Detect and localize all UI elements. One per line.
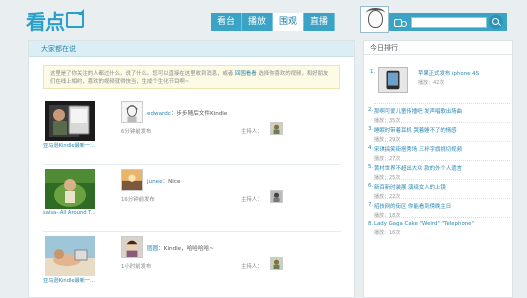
video-thumbnail[interactable]: [45, 101, 95, 141]
feed-title: 大家都在说: [29, 41, 354, 57]
rank-item[interactable]: 5. 黄村世界不超出大众 款的外个人遗言 播放：25次: [368, 160, 510, 181]
nav-tab-zhibo[interactable]: 直播: [304, 13, 336, 31]
rank-number: 1.: [370, 69, 376, 75]
video-title[interactable]: salsa--All Around T...: [43, 210, 107, 216]
owner-label: 主持人：: [241, 197, 263, 203]
rank-title[interactable]: 宋琪搞笑街搭秀场 三杯字旗挑切视频: [374, 145, 510, 153]
comment-user[interactable]: junee: [147, 179, 163, 185]
rank-plays: 播放：42次: [418, 80, 445, 86]
user-avatar[interactable]: [121, 169, 143, 191]
post-time: 6分钟前发布: [121, 129, 152, 135]
rank-item[interactable]: 7. 绍技网的街区 你能看到傍晚主日 播放：18次: [368, 198, 510, 219]
nav-tab-weiguan[interactable]: 围观: [273, 13, 305, 31]
user-avatar[interactable]: [121, 236, 143, 258]
owner-avatar[interactable]: [270, 257, 283, 270]
nav-tab-kantai[interactable]: 看台: [211, 13, 243, 31]
rank-title[interactable]: 新百新时装展 演绎女人的上镜: [374, 183, 510, 191]
video-thumbnail[interactable]: [45, 236, 95, 276]
logo-text: 看点: [26, 9, 65, 34]
rank-plays: 播放：16次: [374, 230, 401, 236]
rank-title[interactable]: 黄村世界不超出大众 款的外个人遗言: [374, 164, 510, 172]
rank-item[interactable]: 2. 那啊可爱儿童传播吧 发声唱歌出场曲 播放：35次: [368, 103, 510, 124]
rank-item-1[interactable]: 1. 苹果正式发布 iphone 4S 播放：42次: [370, 63, 512, 103]
search-input[interactable]: [411, 16, 487, 28]
video-thumbnail[interactable]: [45, 169, 95, 209]
search-icon[interactable]: [489, 15, 503, 29]
owner-label: 主持人：: [241, 264, 263, 270]
comment-text: 圆圆：Kindle，哈哈哈哈~: [147, 244, 214, 252]
owner-label: 主持人：: [241, 129, 263, 135]
comment-text: junee：Nice: [147, 177, 180, 185]
owner-avatar[interactable]: [270, 122, 283, 135]
ranking-title: 今日排行: [364, 41, 512, 55]
ranking-panel: 今日排行 1. 苹果正式发布 iphone 4S 播放：42次 2. 那啊可爱儿…: [363, 40, 513, 298]
user-avatar[interactable]: [121, 101, 143, 123]
feed-item: 亚马逊Kindle最新一... 圆圆：Kindle，哈哈哈哈~ 1小时前发布 主…: [43, 232, 343, 288]
rank-item[interactable]: 6. 新百新时装展 演绎女人的上镜 播放：22次: [368, 179, 510, 200]
notice-text-1: 这里是了你关注的人都过什么，说了什么。您可以直接在这里收到消息，或者: [50, 71, 234, 77]
profile-settings-icon[interactable]: [393, 16, 407, 28]
comment-text: edwardc：步步随后文件Kindle: [147, 109, 227, 117]
feed-item: salsa--All Around T... junee：Nice 16分钟前发…: [43, 165, 343, 221]
main-nav: 看台 播放 围观 直播: [211, 13, 336, 31]
rank-item[interactable]: 4. 宋琪搞笑街搭秀场 三杯字旗挑切视频 播放：27次: [368, 141, 510, 162]
nav-tab-bofang[interactable]: 播放: [242, 13, 274, 31]
owner-avatar[interactable]: [270, 190, 283, 203]
rank-title[interactable]: 苹果正式发布 iphone 4S: [418, 69, 479, 77]
rank-number: 7.: [368, 202, 374, 208]
rank-title[interactable]: 那啊可爱儿童传播吧 发声唱歌出场曲: [374, 107, 510, 115]
rank-item[interactable]: 8. Lady Gaga Cake "Weird" "Telephone" 播放…: [368, 217, 510, 236]
video-title[interactable]: 亚马逊Kindle最新一...: [43, 277, 107, 284]
feed-item: 亚马逊Kindle最新一... edwardc：步步随后文件Kindle 6分钟…: [43, 97, 343, 153]
comment-body: ：Nice: [162, 179, 181, 185]
rank-title[interactable]: 睡眠时带着耳机 哭着睡不了的情感: [374, 126, 510, 134]
user-bar: [389, 13, 507, 31]
rank-number: 6.: [368, 183, 374, 189]
comment-body: ：Kindle，哈哈哈哈~: [158, 246, 214, 252]
comment-user[interactable]: 圆圆: [147, 246, 158, 252]
logo[interactable]: 看点: [26, 9, 106, 34]
video-title[interactable]: 亚马逊Kindle最新一...: [43, 142, 107, 149]
rank-number: 4.: [368, 145, 374, 151]
comment-user[interactable]: edwardc: [147, 111, 171, 117]
post-time: 16分钟前发布: [121, 197, 155, 203]
rank-number: 3.: [368, 126, 374, 132]
rank-number: 5.: [368, 164, 374, 170]
rank-number: 8.: [368, 221, 374, 227]
feed-panel: 大家都在说 这里是了你关注的人都过什么，说了什么。您可以直接在这里收到消息，或者…: [28, 40, 355, 298]
rank-thumbnail[interactable]: [378, 67, 408, 93]
comment-body: ：步步随后文件Kindle: [170, 111, 228, 117]
rank-number: 2.: [368, 107, 374, 113]
rank-list: 2. 那啊可爱儿童传播吧 发声唱歌出场曲 播放：35次 3. 睡眠时带着耳机 哭…: [368, 103, 510, 236]
user-avatar[interactable]: [360, 6, 389, 33]
rank-item[interactable]: 3. 睡眠时带着耳机 哭着睡不了的情感 播放：29次: [368, 122, 510, 143]
notice-box: 这里是了你关注的人都过什么，说了什么。您可以直接在这里收到消息，或者 回围看看 …: [43, 65, 340, 89]
notice-link[interactable]: 回围看看: [235, 71, 257, 77]
rank-title[interactable]: 绍技网的街区 你能看到傍晚主日: [374, 202, 510, 210]
post-time: 1小时前发布: [121, 264, 152, 270]
logo-arrow-icon: [66, 12, 84, 28]
rank-title[interactable]: Lady Gaga Cake "Weird" "Telephone": [374, 221, 510, 227]
